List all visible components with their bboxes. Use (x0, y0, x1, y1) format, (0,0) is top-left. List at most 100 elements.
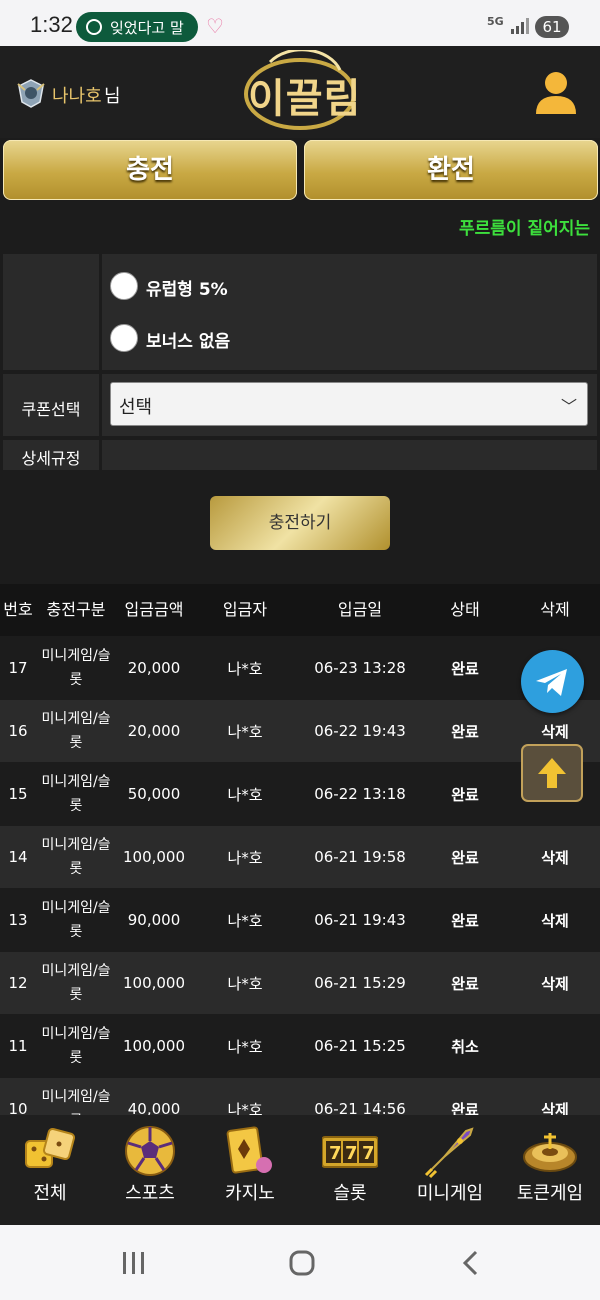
th-type: 충전구분 (46, 600, 106, 619)
cell-date: 06-21 19:58 (314, 848, 406, 866)
nav-label: 스포츠 (125, 1183, 175, 1204)
table-row: 14 미니게임/슬롯 100,000 나*호 06-21 19:58 완료 삭제 (0, 826, 600, 888)
cell-date: 06-21 14:56 (314, 1100, 406, 1115)
svg-text:7: 7 (329, 1143, 342, 1164)
home-icon[interactable] (288, 1249, 316, 1277)
tab-charge[interactable]: 충전 (3, 140, 297, 200)
th-depositor: 입금자 (222, 600, 268, 619)
bottom-nav: 전체 스포츠 카지노 7 7 7 슬롯 미니게임 토큰게임 (0, 1115, 600, 1225)
cell-date: 06-22 13:18 (314, 785, 406, 803)
coupon-selected-value: 선택 (119, 397, 153, 418)
cell-no: 13 (8, 911, 28, 929)
cell-no: 12 (8, 974, 28, 992)
th-amount: 입금금액 (124, 600, 184, 619)
bonus-radio-europe[interactable] (110, 272, 138, 300)
delete-button[interactable]: 삭제 (510, 889, 600, 951)
history-table-header: 번호 충전구분 입금금액 입금자 입금일 상태 삭제 (0, 584, 600, 636)
cell-depositor: 나*호 (227, 1100, 263, 1116)
nav-casino[interactable]: 카지노 (200, 1115, 300, 1225)
bonus-option-europe: 유럽형 5% (146, 280, 228, 300)
chevron-down-icon: ﹀ (560, 397, 577, 416)
nav-label: 토큰게임 (516, 1183, 584, 1204)
signal-icon (511, 18, 529, 34)
cell-depositor: 나*호 (227, 785, 263, 804)
logo-text: 이끌림 (248, 76, 362, 122)
status-time: 1:32 (30, 12, 73, 37)
cell-type: 미니게임/슬롯 (41, 837, 111, 877)
cell-no: 14 (8, 848, 28, 866)
cell-no: 16 (8, 722, 28, 740)
cell-amount: 100,000 (122, 1037, 186, 1055)
heart-icon: ♡ (206, 14, 224, 38)
top-bar: 나나호 님 이끌림 (0, 46, 600, 138)
notice-marquee: 푸르름이 짙어지는 (459, 219, 591, 239)
nav-label: 카지노 (225, 1183, 275, 1204)
table-row: 16 미니게임/슬롯 20,000 나*호 06-22 19:43 완료 삭제 (0, 700, 600, 762)
profile-icon[interactable] (533, 70, 579, 118)
network-type: 5G (487, 15, 504, 28)
nav-minigame[interactable]: 미니게임 (400, 1115, 500, 1225)
delete-button[interactable]: 삭제 (510, 1078, 600, 1116)
delete-button[interactable] (510, 1015, 600, 1077)
nav-all[interactable]: 전체 (0, 1115, 100, 1225)
back-icon[interactable] (458, 1249, 486, 1277)
roulette-icon (523, 1133, 577, 1172)
table-row: 13 미니게임/슬롯 90,000 나*호 06-21 19:43 완료 삭제 (0, 889, 600, 951)
delete-button[interactable]: 삭제 (510, 826, 600, 888)
slot-777-icon: 7 7 7 (322, 1136, 378, 1168)
cell-no: 10 (8, 1100, 28, 1115)
cell-no: 11 (8, 1037, 28, 1055)
cell-status: 완료 (451, 785, 479, 804)
nav-token-game[interactable]: 토큰게임 (500, 1115, 600, 1225)
cell-date: 06-21 15:25 (314, 1037, 406, 1055)
history-table-body: 17 미니게임/슬롯 20,000 나*호 06-23 13:28 완료 16 … (0, 637, 600, 1115)
notification-pill[interactable]: 잊었다고 말 (76, 12, 198, 42)
nav-sports[interactable]: 스포츠 (100, 1115, 200, 1225)
cell-depositor: 나*호 (227, 974, 263, 993)
nav-label: 슬롯 (333, 1183, 367, 1204)
telegram-button[interactable] (521, 650, 584, 713)
nav-slot[interactable]: 7 7 7 슬롯 (300, 1115, 400, 1225)
recent-apps-icon[interactable] (120, 1249, 148, 1277)
delete-button[interactable]: 삭제 (510, 952, 600, 1014)
cell-type: 미니게임/슬롯 (41, 1026, 111, 1066)
rules-label-cell: 상세규정 (3, 440, 99, 470)
dice-icon (25, 1127, 76, 1168)
cell-date: 06-21 19:43 (314, 911, 406, 929)
cell-type: 미니게임/슬롯 (41, 963, 111, 1003)
rocket-icon (424, 1127, 474, 1179)
bonus-option-none: 보너스 없음 (146, 332, 231, 352)
th-date: 입금일 (337, 600, 383, 619)
username[interactable]: 나나호 (52, 82, 102, 108)
rules-content-cell (102, 440, 597, 470)
rank-badge-icon (17, 79, 45, 108)
cell-type: 미니게임/슬롯 (41, 900, 111, 940)
bonus-radio-none[interactable] (110, 324, 138, 352)
username-suffix: 님 (104, 86, 121, 107)
notification-text: 잊었다고 말 (110, 19, 184, 37)
coupon-select[interactable]: 선택 ﹀ (110, 382, 588, 426)
cell-type: 미니게임/슬롯 (41, 711, 111, 751)
cell-amount: 90,000 (127, 911, 181, 929)
cell-amount: 20,000 (127, 722, 181, 740)
th-delete: 삭제 (540, 600, 570, 619)
battery-indicator: 61 (535, 16, 569, 38)
cell-status: 완료 (451, 974, 479, 993)
cell-depositor: 나*호 (227, 1037, 263, 1056)
coupon-label: 쿠폰선택 (21, 400, 81, 419)
nav-label: 미니게임 (416, 1183, 484, 1204)
cell-status: 완료 (451, 659, 479, 678)
table-row: 12 미니게임/슬롯 100,000 나*호 06-21 15:29 완료 삭제 (0, 952, 600, 1014)
cell-no: 17 (8, 659, 28, 677)
soccer-ball-icon (125, 1126, 175, 1176)
th-no: 번호 (3, 600, 33, 619)
charge-submit-button[interactable]: 충전하기 (210, 496, 390, 550)
scroll-top-button[interactable] (521, 744, 583, 802)
svg-text:7: 7 (362, 1143, 375, 1164)
th-status: 상태 (450, 600, 480, 619)
cell-type: 미니게임/슬롯 (41, 1089, 111, 1115)
record-icon (86, 19, 102, 35)
cell-amount: 100,000 (122, 974, 186, 992)
arrow-up-icon (538, 758, 566, 788)
tab-exchange[interactable]: 환전 (304, 140, 598, 200)
